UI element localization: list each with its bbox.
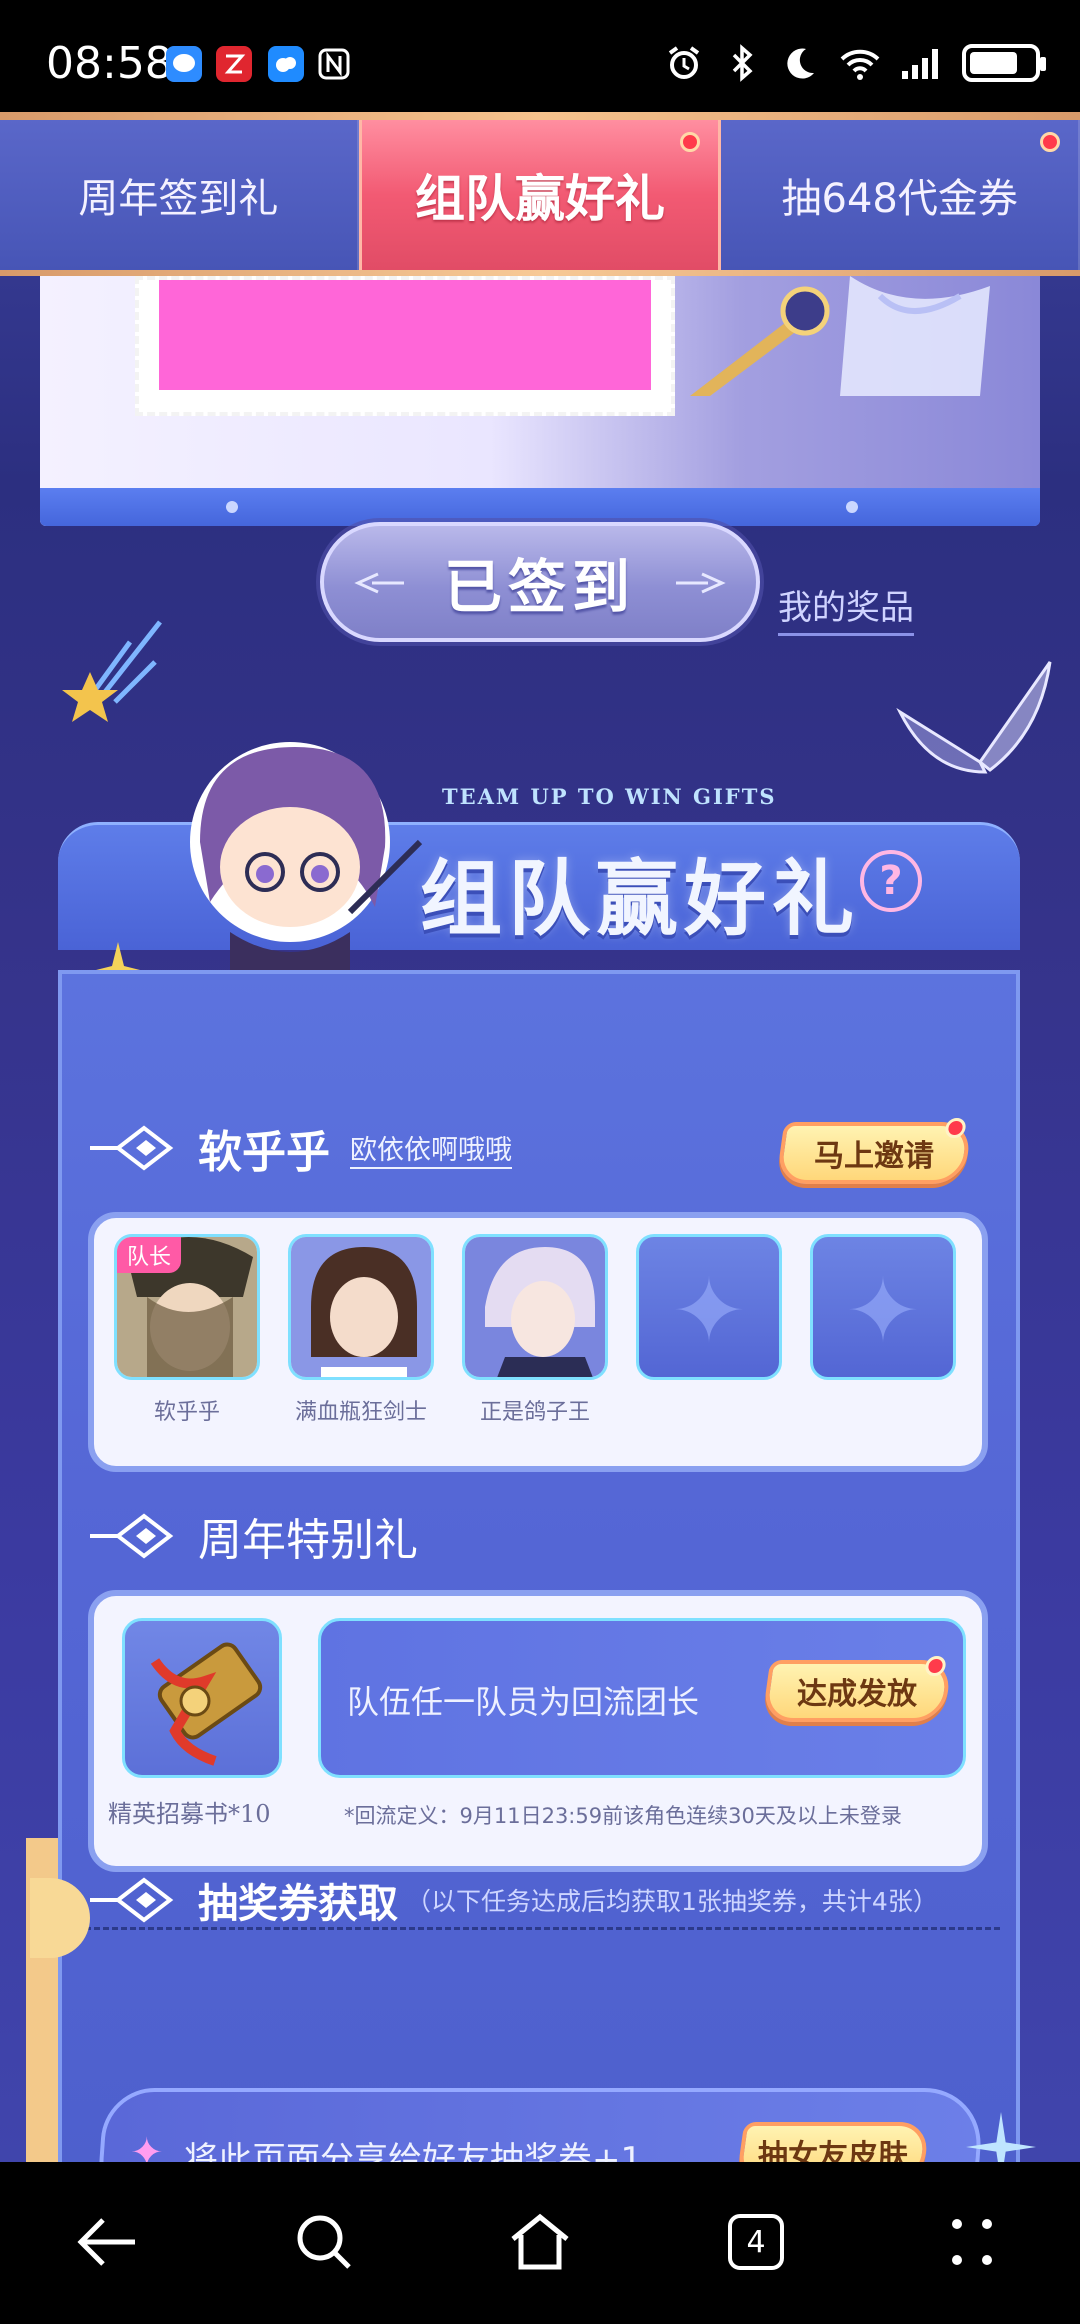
team-member-empty-slot[interactable] — [810, 1234, 956, 1394]
notification-dot — [1040, 132, 1061, 152]
draw-girlfriend-skin-button[interactable]: 抽女友皮肤 — [735, 2122, 931, 2162]
diamond-ornament-icon — [90, 1125, 174, 1171]
more-dots-icon — [952, 2219, 992, 2265]
alarm-icon — [668, 46, 700, 79]
back-arrow-icon — [77, 2218, 135, 2266]
home-icon — [511, 2213, 569, 2270]
member-name: 满血瓶狂剑士 — [294, 1400, 427, 1425]
lottery-ticket-title: 抽奖券获取 — [198, 1881, 398, 1927]
gift-condition-text: 队伍任一队员为回流团长 — [347, 1683, 700, 1721]
scroll-icon — [150, 1642, 263, 1766]
event-tabs: 周年签到礼 组队赢好礼 抽648代金券 — [0, 120, 1080, 270]
captain-badge: 队长 — [117, 1237, 182, 1273]
tabs-button[interactable]: 4 — [716, 2202, 796, 2282]
gift-item-name: 精英招募书*10 — [108, 1800, 271, 1828]
chibi-character-avatar — [190, 742, 423, 972]
tabs-count: 4 — [728, 2214, 784, 2270]
status-bar: 08:58 — [0, 0, 1080, 112]
team-member-2[interactable]: 满血瓶狂剑士 — [288, 1234, 434, 1426]
event-page[interactable]: 周年签到礼 组队赢好礼 抽648代金券 已签到 我的奖品 TEAM UP TO … — [0, 112, 1080, 2162]
avatar — [462, 1234, 608, 1380]
tab-voucher-draw[interactable]: 抽648代金券 — [721, 120, 1080, 270]
empty-slot-avatar — [636, 1234, 782, 1380]
sparkle-icon: ✦ — [130, 2130, 164, 2162]
status-time: 08:58 — [46, 38, 173, 89]
anniversary-gift-header: 周年特别礼 — [88, 1504, 418, 1568]
search-button[interactable] — [284, 2202, 364, 2282]
message-notification-icon — [166, 46, 202, 82]
diamond-ornament-icon — [90, 1513, 174, 1559]
anniversary-gift-card: 精英招募书*10 队伍任一队员为回流团长 达成发放 *回流定义：9月11日23:… — [88, 1590, 988, 1872]
member-name: 软乎乎 — [153, 1400, 220, 1425]
search-icon — [297, 2215, 351, 2269]
team-leader-name: 软乎乎 — [198, 1127, 330, 1178]
nfc-icon — [316, 46, 352, 82]
tab-anniversary-signin[interactable]: 周年签到礼 — [0, 120, 359, 270]
notification-dot — [680, 132, 701, 152]
wifi-icon — [840, 49, 880, 80]
home-button[interactable] — [500, 2202, 580, 2282]
right-ornament-icon — [676, 572, 726, 594]
sparkle-icon — [966, 2112, 1036, 2162]
notification-dot — [944, 1118, 967, 1138]
section-subtitle: TEAM UP TO WIN GIFTS — [442, 784, 777, 809]
butterfly-icon — [896, 661, 1052, 774]
do-not-disturb-moon-icon — [787, 48, 814, 79]
signed-in-button[interactable]: 已签到 — [320, 522, 760, 642]
battery-icon — [962, 44, 1046, 82]
app-notification-icon — [216, 46, 252, 82]
weather-notification-icon — [268, 46, 304, 82]
shooting-star-icon — [62, 620, 162, 722]
invite-now-button[interactable]: 马上邀请 — [775, 1118, 973, 1184]
system-navigation-bar: 4 — [0, 2162, 1080, 2324]
team-name-link[interactable]: 欧依依啊哦哦 — [350, 1128, 512, 1169]
lottery-ticket-note: （以下任务达成后均获取1张抽奖券，共计4张） — [406, 1887, 938, 1916]
character-art — [690, 276, 990, 396]
avatar: 队长 — [114, 1234, 260, 1380]
team-header: 软乎乎 欧依依啊哦哦 — [88, 1116, 512, 1180]
left-ornament-icon — [354, 572, 404, 594]
team-member-empty-slot[interactable] — [636, 1234, 782, 1394]
avatar — [288, 1234, 434, 1380]
share-task-text: 将此页面分享给好友抽奖券+1 — [184, 2140, 643, 2162]
my-prizes-link[interactable]: 我的奖品 — [778, 580, 914, 636]
help-icon[interactable]: ? — [860, 850, 922, 912]
anniversary-gift-title: 周年特别礼 — [198, 1515, 418, 1566]
bluetooth-icon — [732, 44, 753, 82]
more-menu-button[interactable] — [932, 2202, 1012, 2282]
empty-slot-avatar — [810, 1234, 956, 1380]
battery-level — [970, 52, 1017, 74]
signin-banner — [40, 276, 1040, 526]
team-member-3[interactable]: 正是鸽子王 — [462, 1234, 608, 1426]
member-name: 正是鸽子王 — [479, 1400, 590, 1425]
tab-team-up[interactable]: 组队赢好礼 — [358, 120, 722, 270]
notification-dot — [924, 1656, 947, 1676]
signal-icon — [902, 49, 938, 79]
section-title: 组队赢好礼 — [420, 851, 861, 947]
team-member-1[interactable]: 队长 软乎乎 — [114, 1234, 260, 1426]
team-members-card: 队长 软乎乎 满血瓶狂剑士 正是鸽子王 — [88, 1212, 988, 1472]
lottery-ticket-header: 抽奖券获取 （以下任务达成后均获取1张抽奖券，共计4张） — [88, 1870, 938, 1930]
diamond-ornament-icon — [90, 1877, 174, 1923]
back-button[interactable] — [68, 2202, 148, 2282]
claim-on-completion-button[interactable]: 达成发放 — [761, 1656, 953, 1722]
return-definition-footnote: *回流定义：9月11日23:59前该角色连续30天及以上未登录 — [344, 1804, 902, 1828]
recruit-scroll-item[interactable] — [122, 1618, 282, 1778]
